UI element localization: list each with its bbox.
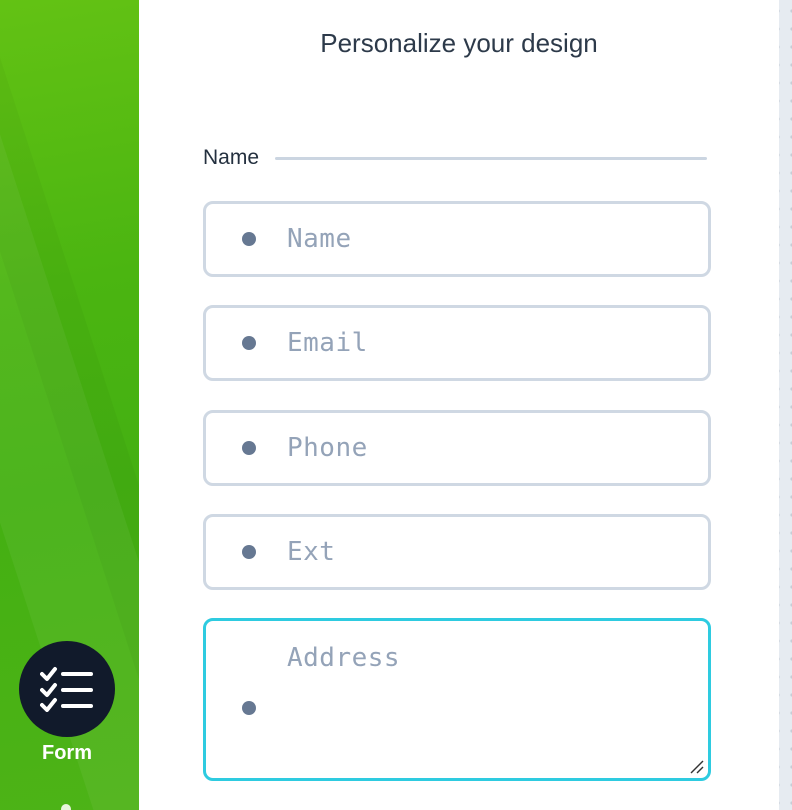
sidebar-item-form[interactable]: Form (19, 641, 115, 765)
checklist-icon (19, 641, 115, 737)
section-header: Name (203, 146, 707, 170)
app-window: Personalize your design Name Name Email … (0, 0, 792, 810)
bullet-icon (242, 441, 256, 455)
address-textarea[interactable]: Address (203, 618, 711, 781)
page-title: Personalize your design (320, 28, 598, 58)
phone-field-placeholder: Phone (287, 433, 368, 463)
ext-field-placeholder: Ext (287, 537, 336, 567)
address-textarea-placeholder: Address (287, 643, 401, 673)
email-field[interactable]: Email (203, 305, 711, 381)
bullet-icon (242, 232, 256, 246)
canvas-edge (779, 0, 792, 810)
section-divider (275, 156, 707, 160)
phone-field[interactable]: Phone (203, 410, 711, 486)
name-field[interactable]: Name (203, 201, 711, 277)
email-field-placeholder: Email (287, 328, 368, 358)
resize-handle-icon[interactable] (688, 758, 704, 774)
bullet-icon (242, 336, 256, 350)
name-field-placeholder: Name (287, 224, 352, 254)
bullet-icon (242, 545, 256, 559)
main-panel: Personalize your design Name Name Email … (139, 0, 779, 810)
next-item-icon[interactable] (61, 804, 71, 810)
active-item-notch (139, 632, 160, 750)
bullet-icon (242, 701, 256, 715)
sidebar-item-label: Form (42, 742, 92, 764)
section-label: Name (203, 146, 260, 169)
ext-field[interactable]: Ext (203, 514, 711, 590)
